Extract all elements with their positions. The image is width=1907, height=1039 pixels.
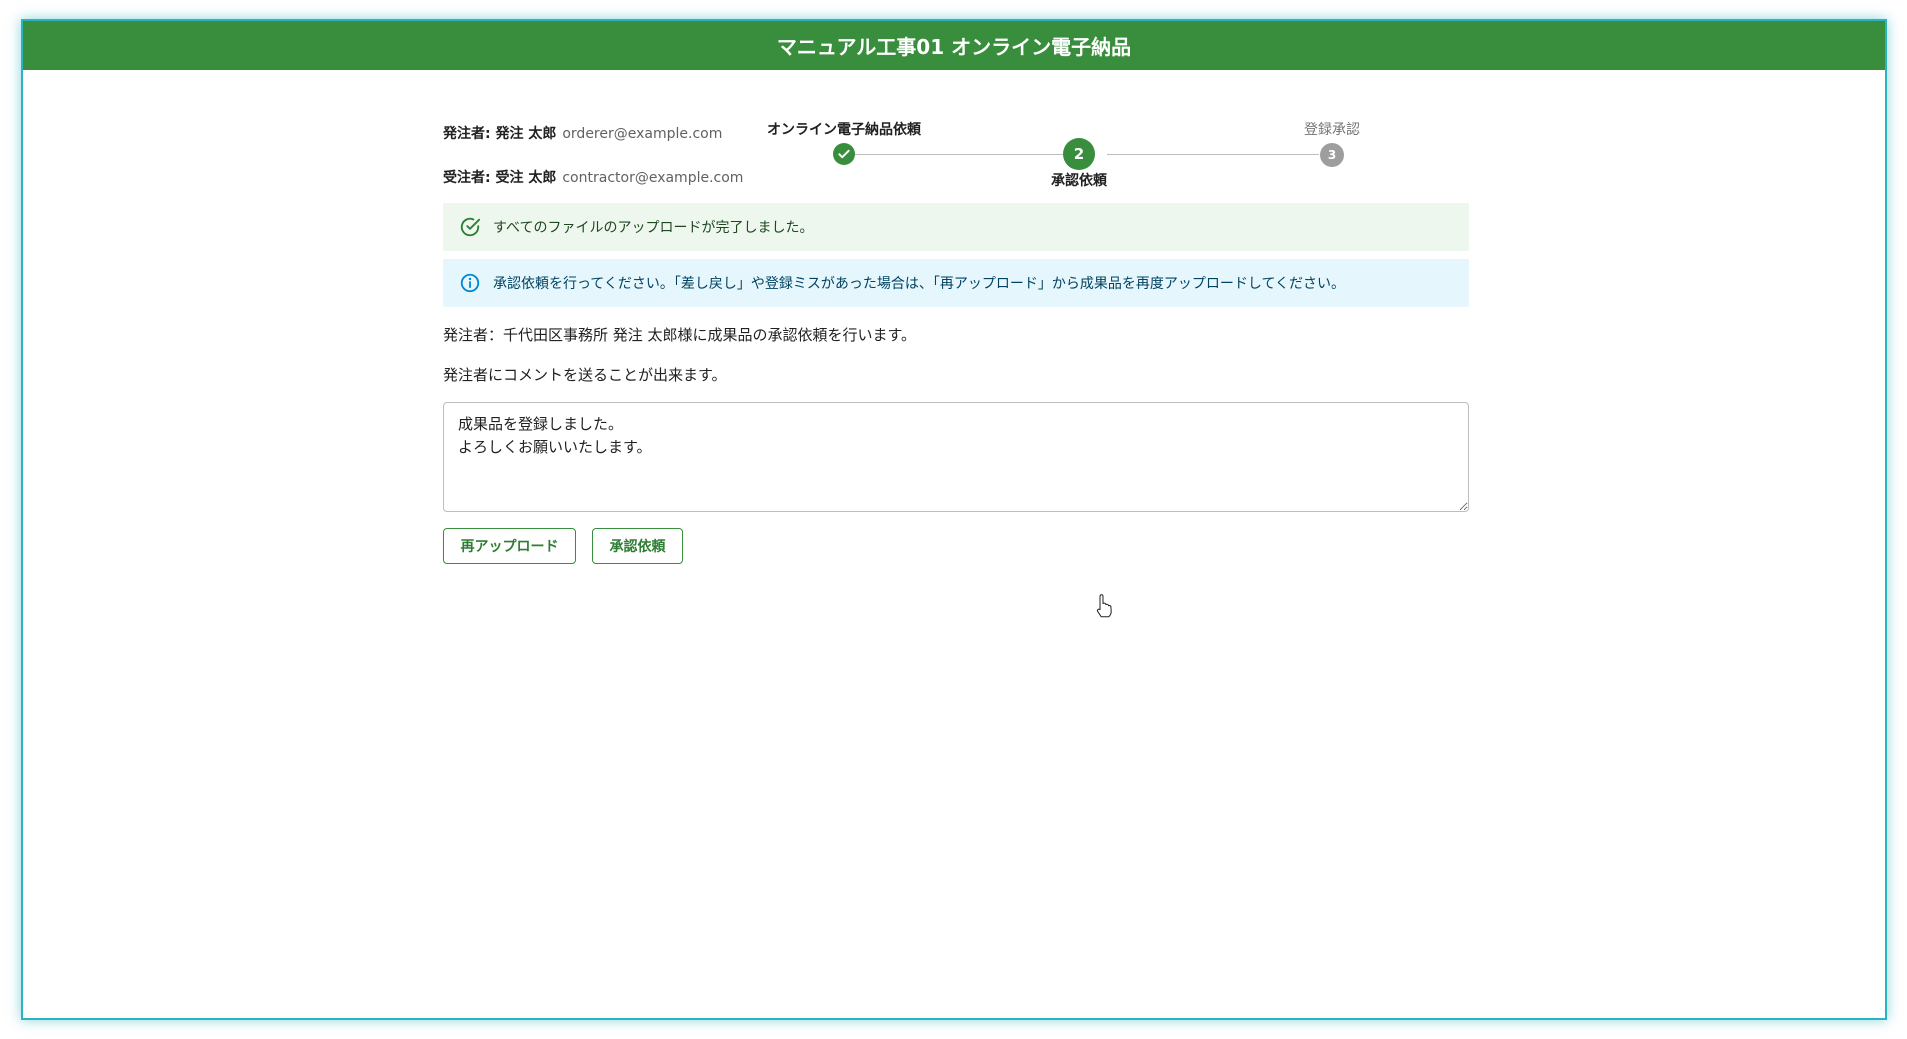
orderer-email: orderer@example.com xyxy=(562,126,723,142)
upload-complete-text: すべてのファイルのアップロードが完了しました。 xyxy=(493,220,814,236)
app-window: マニュアル工事01 オンライン電子納品 発注者: 発注 太郎 orderer@ex… xyxy=(21,19,1887,1020)
hand-cursor-icon xyxy=(1096,594,1112,618)
comment-hint-text: 発注者にコメントを送ることが出来ます。 xyxy=(443,366,727,384)
step-3-number: 3 xyxy=(1327,148,1337,162)
step-1-circle xyxy=(833,143,855,165)
step-3-label: 登録承認 xyxy=(1304,122,1360,138)
contractor-label: 受注者: 受注 太郎 xyxy=(443,170,557,186)
step-1-label: オンライン電子納品依頼 xyxy=(767,122,921,138)
check-circle-icon xyxy=(460,217,481,237)
stepper: オンライン電子納品依頼 2 承認依頼 登録承認 3 xyxy=(767,70,1469,189)
contractor-email: contractor@example.com xyxy=(562,170,744,186)
approval-target-text: 発注者：千代田区事務所 発注 太郎様に成果品の承認依頼を行います。 xyxy=(443,326,917,344)
step-2-label: 承認依頼 xyxy=(1051,173,1107,189)
comment-textarea[interactable] xyxy=(443,402,1469,512)
page-title: マニュアル工事01 オンライン電子納品 xyxy=(776,35,1132,59)
request-approval-button[interactable]: 承認依頼 xyxy=(592,528,683,564)
approval-info-text: 承認依頼を行ってください。「差し戻し」や登録ミスがあった場合は、「再アップロード… xyxy=(493,276,1346,292)
info-icon xyxy=(460,273,480,293)
approval-info-alert: 承認依頼を行ってください。「差し戻し」や登録ミスがあった場合は、「再アップロード… xyxy=(443,259,1469,307)
orderer-label: 発注者: 発注 太郎 xyxy=(443,126,557,142)
step-2-circle: 2 xyxy=(1063,138,1095,170)
orderer-row: 発注者: 発注 太郎 orderer@example.com xyxy=(443,123,722,143)
step-connector-1 xyxy=(855,154,1063,155)
title-bar: マニュアル工事01 オンライン電子納品 xyxy=(23,21,1885,70)
step-3-circle: 3 xyxy=(1320,143,1344,167)
check-icon xyxy=(838,149,850,159)
upload-complete-alert: すべてのファイルのアップロードが完了しました。 xyxy=(443,203,1469,251)
step-2-number: 2 xyxy=(1073,145,1085,163)
step-connector-2 xyxy=(1107,154,1319,155)
reupload-button[interactable]: 再アップロード xyxy=(443,528,576,564)
contractor-row: 受注者: 受注 太郎 contractor@example.com xyxy=(443,167,743,187)
